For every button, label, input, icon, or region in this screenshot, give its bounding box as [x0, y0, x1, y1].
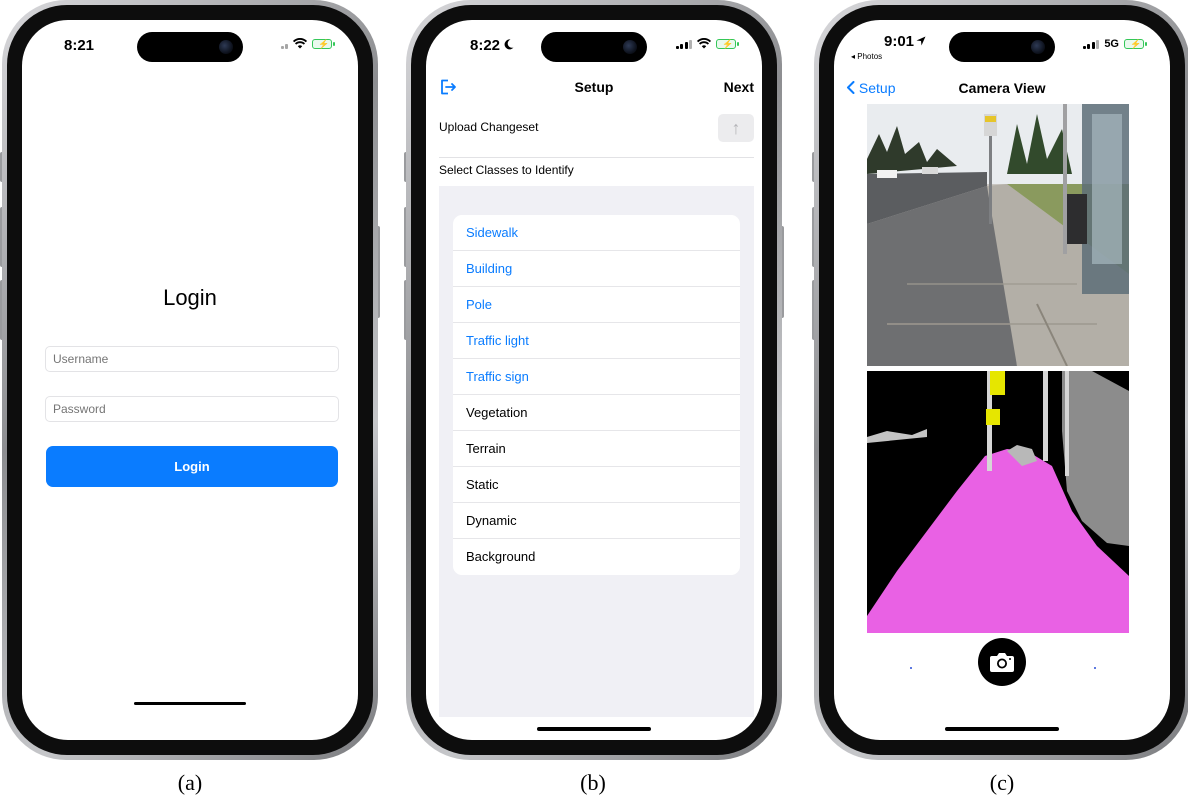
select-classes-label: Select Classes to Identify	[439, 163, 574, 177]
wifi-icon	[697, 38, 711, 49]
class-row-building[interactable]: Building	[453, 251, 740, 287]
class-row-static[interactable]: Static	[453, 467, 740, 503]
network-type: 5G	[1104, 38, 1119, 50]
segmentation-mask	[867, 371, 1129, 633]
camera-icon	[990, 653, 1014, 672]
indicator-dot	[1094, 667, 1096, 669]
status-time: 9:01	[884, 33, 926, 50]
battery-icon: ⚡	[716, 38, 739, 49]
screen: 8:22 ⚡ Setup Next Upload Changeset ↑ Sel…	[426, 20, 762, 740]
status-icons: ⚡	[675, 38, 739, 49]
status-icons: 5G ⚡	[1082, 38, 1147, 50]
class-row-sidewalk[interactable]: Sidewalk	[453, 215, 740, 251]
dynamic-island	[541, 32, 647, 62]
navigation-bar: Setup Camera View	[834, 80, 1170, 98]
figure-label-a: (a)	[177, 770, 203, 795]
status-time: 8:22	[470, 37, 514, 54]
signal-icon	[675, 39, 692, 49]
front-camera-icon	[623, 40, 637, 54]
class-row-dynamic[interactable]: Dynamic	[453, 503, 740, 539]
class-list: Sidewalk Building Pole Traffic light Traffic…	[453, 215, 740, 575]
home-indicator	[537, 727, 651, 731]
signal-icon	[280, 39, 288, 49]
back-to-photos-link[interactable]: ◂ Photos	[851, 52, 882, 61]
phone-setup: 8:22 ⚡ Setup Next Upload Changeset ↑ Sel…	[404, 0, 784, 760]
page-title: Setup	[574, 79, 614, 95]
home-indicator	[134, 702, 246, 705]
signal-icon	[1082, 39, 1100, 49]
moon-icon	[504, 39, 514, 50]
figure-label-c: (c)	[989, 770, 1015, 795]
battery-icon: ⚡	[1124, 39, 1147, 49]
front-camera-icon	[219, 40, 233, 54]
class-row-background[interactable]: Background	[453, 539, 740, 575]
page-title: Camera View	[958, 80, 1046, 96]
screen: 8:21 ⚡ Login Login	[22, 20, 358, 740]
login-button[interactable]: Login	[46, 446, 338, 487]
phone-login: 8:21 ⚡ Login Login	[0, 0, 380, 760]
capture-button[interactable]	[978, 638, 1026, 686]
class-row-traffic-sign[interactable]: Traffic sign	[453, 359, 740, 395]
username-field[interactable]	[45, 346, 339, 372]
front-camera-icon	[1031, 40, 1045, 54]
class-row-terrain[interactable]: Terrain	[453, 431, 740, 467]
indicator-dot	[910, 667, 912, 669]
class-list-background: Sidewalk Building Pole Traffic light Traffic…	[439, 186, 754, 717]
upload-button[interactable]: ↑	[718, 114, 754, 142]
camera-photo	[867, 104, 1129, 366]
password-field[interactable]	[45, 396, 339, 422]
status-icons: ⚡	[280, 38, 335, 49]
wifi-icon	[293, 38, 307, 49]
battery-icon: ⚡	[312, 38, 335, 49]
navigation-bar: Setup Next	[426, 78, 762, 98]
class-row-traffic-light[interactable]: Traffic light	[453, 323, 740, 359]
dynamic-island	[137, 32, 243, 62]
class-row-pole[interactable]: Pole	[453, 287, 740, 323]
class-row-vegetation[interactable]: Vegetation	[453, 395, 740, 431]
next-button[interactable]: Next	[724, 79, 754, 95]
upload-changeset-label: Upload Changeset	[439, 120, 539, 134]
home-indicator	[945, 727, 1059, 731]
location-arrow-icon	[916, 36, 926, 46]
divider	[439, 157, 754, 158]
screen: 9:01 ◂ Photos 5G ⚡ Setup Camera View	[834, 20, 1170, 740]
figure-label-b: (b)	[580, 770, 606, 795]
upload-arrow-icon: ↑	[731, 118, 741, 138]
dynamic-island	[949, 32, 1055, 62]
status-time: 8:21	[64, 37, 95, 54]
phone-camera-view: 9:01 ◂ Photos 5G ⚡ Setup Camera View	[812, 0, 1188, 760]
page-title: Login	[163, 285, 217, 310]
